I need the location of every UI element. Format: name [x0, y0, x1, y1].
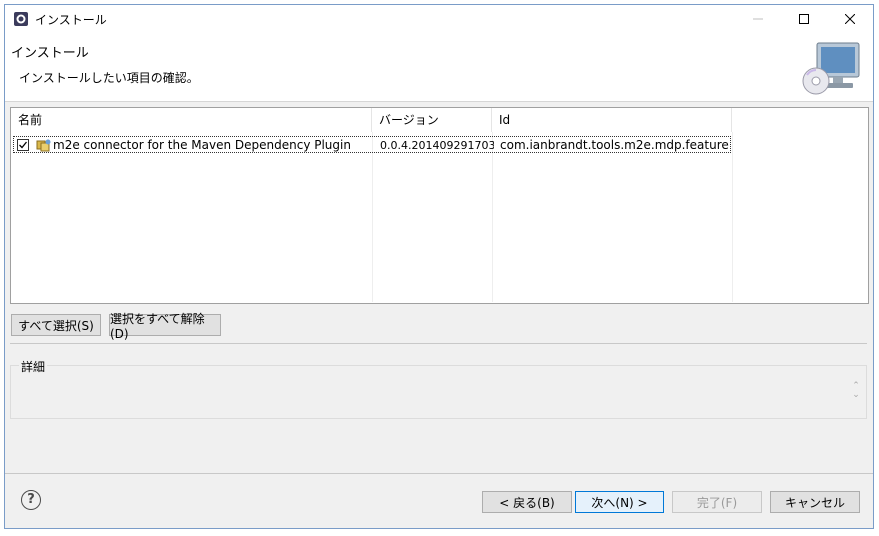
plugin-feature-icon [36, 138, 52, 152]
maximize-button[interactable] [781, 5, 827, 33]
page-title: インストール [11, 46, 89, 61]
column-divider [372, 132, 373, 302]
deselect-all-button[interactable]: 選択をすべて解除(D) [109, 312, 221, 341]
eclipse-icon [13, 11, 29, 27]
row-version: 0.0.4.201409291703 [380, 139, 494, 152]
table-row[interactable]: m2e connector for the Maven Dependency P… [13, 136, 731, 153]
install-computer-icon [801, 41, 861, 97]
title-bar: インストール [5, 5, 873, 33]
column-header-name[interactable]: 名前 [11, 108, 372, 132]
column-divider [492, 132, 493, 302]
column-header-id[interactable]: Id [492, 108, 732, 132]
button-bar-separator [5, 473, 873, 474]
cancel-button[interactable]: キャンセル [770, 491, 860, 513]
page-description: インストールしたい項目の確認。 [19, 71, 199, 85]
row-name: m2e connector for the Maven Dependency P… [53, 138, 351, 152]
next-button[interactable]: 次へ(N) > [575, 491, 664, 513]
row-id: com.ianbrandt.tools.m2e.mdp.feature.fea.… [500, 138, 730, 152]
column-divider [732, 132, 733, 302]
install-items-table[interactable]: 名前 バージョン Id m2e connector for the Maven … [10, 107, 869, 304]
row-checkbox[interactable] [17, 139, 29, 151]
window-title: インストール [35, 13, 107, 27]
wizard-banner: インストール インストールしたい項目の確認。 [5, 33, 873, 102]
back-button[interactable]: < 戻る(B) [482, 491, 572, 513]
minimize-button[interactable] [735, 5, 781, 33]
table-header: 名前 バージョン Id [11, 108, 868, 132]
details-label: 詳細 [19, 358, 48, 375]
finish-button[interactable]: 完了(F) [672, 491, 762, 513]
close-button[interactable] [827, 5, 873, 33]
install-dialog: インストール インストール インストールしたい項目の確認。 名前 バージョン I… [4, 4, 874, 529]
separator [10, 343, 867, 344]
select-all-button[interactable]: すべて選択(S) [11, 314, 101, 336]
column-header-version[interactable]: バージョン [372, 108, 492, 132]
details-scroll-icon[interactable]: ⌃ ⌄ [851, 382, 861, 402]
details-area[interactable] [10, 365, 867, 419]
help-icon[interactable]: ? [21, 490, 41, 510]
